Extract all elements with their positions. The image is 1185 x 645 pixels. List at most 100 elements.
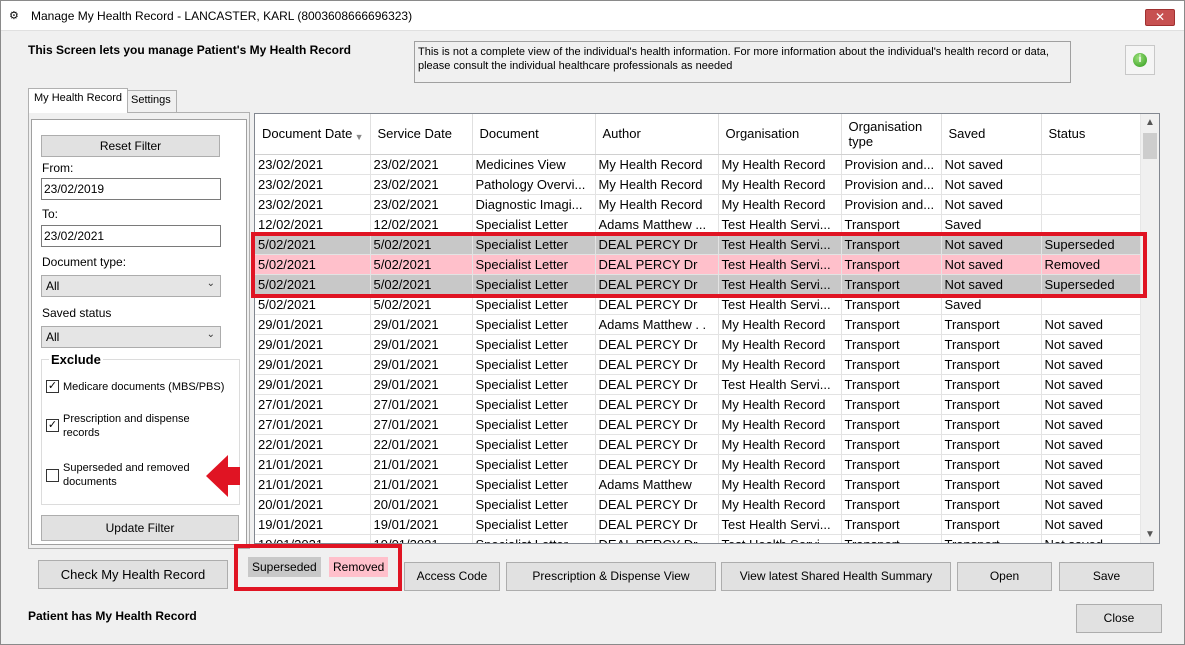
column-header-status[interactable]: Status xyxy=(1041,114,1142,155)
window-close-button[interactable]: ✕ xyxy=(1145,9,1175,26)
table-row[interactable]: 29/01/2021 29/01/2021 Specialist Letter DEA… xyxy=(255,334,1142,355)
document-cell: Diagnostic Imagi... xyxy=(472,194,596,215)
document-type-select[interactable]: All ⌄ xyxy=(41,275,221,297)
prescription-checkbox[interactable]: ✓ xyxy=(46,419,59,432)
service-date-cell: 29/01/2021 xyxy=(370,374,473,395)
view-shared-health-summary-button[interactable]: View latest Shared Health Summary xyxy=(721,562,951,591)
superseded-removed-checkbox[interactable] xyxy=(46,469,59,482)
open-button[interactable]: Open xyxy=(957,562,1052,591)
document-date-cell: 29/01/2021 xyxy=(255,334,371,355)
table-row[interactable]: 29/01/2021 29/01/2021 Specialist Letter DEA… xyxy=(255,374,1142,395)
scroll-thumb[interactable] xyxy=(1143,133,1157,159)
column-header-document[interactable]: Document xyxy=(472,114,596,155)
table-row[interactable]: 27/01/2021 27/01/2021 Specialist Letter DEA… xyxy=(255,394,1142,415)
author-cell: Adams Matthew ... xyxy=(595,214,719,235)
document-date-cell: 29/01/2021 xyxy=(255,354,371,375)
organisation-cell: My Health Record xyxy=(718,494,842,515)
table-row[interactable]: 5/02/2021 5/02/2021 Specialist Letter DEAL … xyxy=(255,234,1142,255)
reset-filter-button[interactable]: Reset Filter xyxy=(41,135,220,157)
organisation-type-cell: Transport xyxy=(841,294,942,315)
status-cell: Not saved xyxy=(1041,354,1142,375)
table-row[interactable]: 20/01/2021 20/01/2021 Specialist Letter DEA… xyxy=(255,494,1142,515)
service-date-cell: 27/01/2021 xyxy=(370,394,473,415)
service-date-cell: 29/01/2021 xyxy=(370,334,473,355)
organisation-cell: My Health Record xyxy=(718,154,842,175)
author-cell: My Health Record xyxy=(595,154,719,175)
table-row[interactable]: 5/02/2021 5/02/2021 Specialist Letter DEAL … xyxy=(255,274,1142,295)
saved-status-select[interactable]: All ⌄ xyxy=(41,326,221,348)
table-row[interactable]: 19/01/2021 19/01/2021 Specialist Letter DEA… xyxy=(255,534,1142,543)
document-date-cell: 12/02/2021 xyxy=(255,214,371,235)
table-row[interactable]: 5/02/2021 5/02/2021 Specialist Letter DEAL … xyxy=(255,254,1142,275)
saved-cell: Transport xyxy=(941,534,1042,543)
table-row[interactable]: 29/01/2021 29/01/2021 Specialist Letter Ada… xyxy=(255,314,1142,335)
service-date-cell: 21/01/2021 xyxy=(370,454,473,475)
documents-grid[interactable]: Document Date ▼ Service Date Document Aut… xyxy=(254,113,1160,544)
service-date-cell: 19/01/2021 xyxy=(370,514,473,535)
medicare-checkbox[interactable]: ✓ xyxy=(46,380,59,393)
document-cell: Specialist Letter xyxy=(472,334,596,355)
organisation-type-cell: Transport xyxy=(841,214,942,235)
table-row[interactable]: 19/01/2021 19/01/2021 Specialist Letter DEA… xyxy=(255,514,1142,535)
save-button[interactable]: Save xyxy=(1059,562,1154,591)
table-row[interactable]: 5/02/2021 5/02/2021 Specialist Letter DEAL … xyxy=(255,294,1142,315)
service-date-cell: 23/02/2021 xyxy=(370,194,473,215)
table-row[interactable]: 29/01/2021 29/01/2021 Specialist Letter DEA… xyxy=(255,354,1142,375)
info-button[interactable]: i xyxy=(1125,45,1155,75)
scroll-down-icon[interactable]: ▼ xyxy=(1141,526,1159,543)
superseded-removed-checkbox-label: Superseded and removed documents xyxy=(63,462,190,488)
update-filter-button[interactable]: Update Filter xyxy=(41,515,239,541)
from-date-input[interactable]: 23/02/2019 xyxy=(41,178,221,200)
organisation-cell: My Health Record xyxy=(718,314,842,335)
document-cell: Specialist Letter xyxy=(472,454,596,475)
table-row[interactable]: 21/01/2021 21/01/2021 Specialist Letter DEA… xyxy=(255,454,1142,475)
document-cell: Specialist Letter xyxy=(472,294,596,315)
scroll-up-icon[interactable]: ▲ xyxy=(1141,114,1159,131)
chevron-down-icon: ⌄ xyxy=(206,278,215,289)
service-date-cell: 29/01/2021 xyxy=(370,354,473,375)
service-date-cell: 12/02/2021 xyxy=(370,214,473,235)
to-date-input[interactable]: 23/02/2021 xyxy=(41,225,221,247)
status-cell xyxy=(1041,194,1142,215)
organisation-cell: Test Health Servi... xyxy=(718,274,842,295)
legend-superseded: Superseded xyxy=(248,557,321,577)
table-row[interactable]: 23/02/2021 23/02/2021 Medicines View My Hea… xyxy=(255,154,1142,175)
saved-cell: Not saved xyxy=(941,174,1042,195)
column-header-saved[interactable]: Saved xyxy=(941,114,1042,155)
column-header-organisation[interactable]: Organisation xyxy=(718,114,842,155)
organisation-cell: Test Health Servi... xyxy=(718,254,842,275)
table-row[interactable]: 27/01/2021 27/01/2021 Specialist Letter DEA… xyxy=(255,414,1142,435)
prescription-dispense-view-button[interactable]: Prescription & Dispense View xyxy=(506,562,716,591)
from-label: From: xyxy=(42,161,74,175)
tab-my-health-record[interactable]: My Health Record xyxy=(28,88,129,113)
grid-vertical-scrollbar[interactable]: ▲ ▼ xyxy=(1140,114,1159,543)
saved-cell: Saved xyxy=(941,214,1042,235)
service-date-cell: 23/02/2021 xyxy=(370,174,473,195)
column-header-service-date[interactable]: Service Date xyxy=(370,114,473,155)
saved-cell: Not saved xyxy=(941,194,1042,215)
close-button[interactable]: Close xyxy=(1076,604,1162,633)
check-my-health-record-button[interactable]: Check My Health Record xyxy=(38,560,228,589)
table-row[interactable]: 21/01/2021 21/01/2021 Specialist Letter Ada… xyxy=(255,474,1142,495)
author-cell: DEAL PERCY Dr xyxy=(595,354,719,375)
author-cell: DEAL PERCY Dr xyxy=(595,534,719,543)
saved-cell: Transport xyxy=(941,514,1042,535)
red-arrow-icon xyxy=(206,455,240,497)
column-header-organisation-type[interactable]: Organisation type xyxy=(841,114,942,155)
organisation-type-cell: Transport xyxy=(841,534,942,543)
status-text: Patient has My Health Record xyxy=(28,609,197,623)
table-row[interactable]: 23/02/2021 23/02/2021 Diagnostic Imagi... M… xyxy=(255,194,1142,215)
table-row[interactable]: 22/01/2021 22/01/2021 Specialist Letter DEA… xyxy=(255,434,1142,455)
document-cell: Pathology Overvi... xyxy=(472,174,596,195)
document-date-cell: 29/01/2021 xyxy=(255,314,371,335)
status-cell: Not saved xyxy=(1041,334,1142,355)
tab-settings[interactable]: Settings xyxy=(125,90,177,112)
column-header-document-date[interactable]: Document Date ▼ xyxy=(255,114,371,155)
window-title: Manage My Health Record - LANCASTER, KAR… xyxy=(31,9,413,23)
column-header-author[interactable]: Author xyxy=(595,114,719,155)
table-row[interactable]: 12/02/2021 12/02/2021 Specialist Letter Ada… xyxy=(255,214,1142,235)
organisation-type-cell: Provision and... xyxy=(841,174,942,195)
table-row[interactable]: 23/02/2021 23/02/2021 Pathology Overvi... M… xyxy=(255,174,1142,195)
status-cell: Not saved xyxy=(1041,514,1142,535)
access-code-button[interactable]: Access Code xyxy=(404,562,500,591)
